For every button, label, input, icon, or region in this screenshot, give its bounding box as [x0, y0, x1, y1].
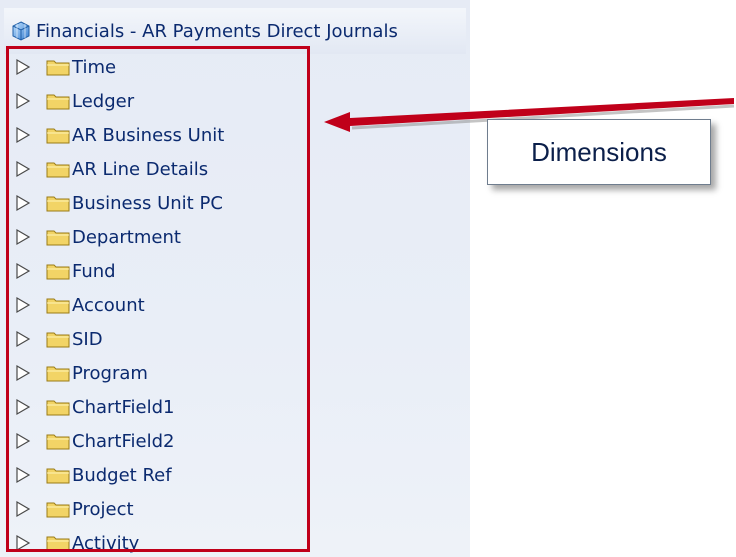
- folder-icon: [46, 398, 70, 416]
- tree-item-program[interactable]: Program: [14, 356, 314, 390]
- expand-triangle-icon[interactable]: [14, 126, 32, 144]
- tree-item-label: Fund: [72, 260, 116, 282]
- expand-triangle-icon[interactable]: [14, 398, 32, 416]
- expand-triangle-icon[interactable]: [14, 296, 32, 314]
- tree-item-chartfield1[interactable]: ChartField1: [14, 390, 314, 424]
- expand-triangle-icon[interactable]: [14, 364, 32, 382]
- tree-item-label: Business Unit PC: [72, 192, 223, 214]
- folder-icon: [46, 330, 70, 348]
- tree-item-label: Budget Ref: [72, 464, 172, 486]
- tree-item-label: Account: [72, 294, 145, 316]
- folder-icon: [46, 364, 70, 382]
- dimensions-callout-box: Dimensions: [487, 119, 711, 185]
- expand-triangle-icon[interactable]: [14, 228, 32, 246]
- expand-triangle-icon[interactable]: [14, 160, 32, 178]
- tree-item-label: Program: [72, 362, 148, 384]
- subject-area-panel: Financials - AR Payments Direct Journals…: [0, 0, 470, 557]
- tree-item-ar-business-unit[interactable]: AR Business Unit: [14, 118, 314, 152]
- folder-icon: [46, 262, 70, 280]
- tree-item-label: ChartField1: [72, 396, 175, 418]
- tree-item-label: Activity: [72, 532, 140, 554]
- expand-triangle-icon[interactable]: [14, 58, 32, 76]
- tree-item-project[interactable]: Project: [14, 492, 314, 526]
- folder-icon: [46, 534, 70, 552]
- folder-icon: [46, 500, 70, 518]
- expand-triangle-icon[interactable]: [14, 466, 32, 484]
- tree-item-label: Department: [72, 226, 181, 248]
- tree-item-time[interactable]: Time: [14, 50, 314, 84]
- tree-item-label: Ledger: [72, 90, 135, 112]
- expand-triangle-icon[interactable]: [14, 534, 32, 552]
- tree-item-label: SID: [72, 328, 103, 350]
- folder-icon: [46, 228, 70, 246]
- expand-triangle-icon[interactable]: [14, 92, 32, 110]
- subject-area-title: Financials - AR Payments Direct Journals: [36, 20, 398, 42]
- tree-item-account[interactable]: Account: [14, 288, 314, 322]
- folder-icon: [46, 126, 70, 144]
- folder-icon: [46, 194, 70, 212]
- tree-item-ledger[interactable]: Ledger: [14, 84, 314, 118]
- expand-triangle-icon[interactable]: [14, 194, 32, 212]
- tree-item-label: Time: [72, 56, 117, 78]
- tree-item-sid[interactable]: SID: [14, 322, 314, 356]
- expand-triangle-icon[interactable]: [14, 330, 32, 348]
- tree-item-ar-line-details[interactable]: AR Line Details: [14, 152, 314, 186]
- expand-triangle-icon[interactable]: [14, 432, 32, 450]
- screenshot-stage: Financials - AR Payments Direct Journals…: [0, 0, 736, 557]
- expand-triangle-icon[interactable]: [14, 500, 32, 518]
- tree-item-activity[interactable]: Activity: [14, 526, 314, 557]
- tree-item-chartfield2[interactable]: ChartField2: [14, 424, 314, 458]
- subject-area-cube-icon: [10, 20, 32, 42]
- tree-item-label: AR Business Unit: [72, 124, 225, 146]
- folder-icon: [46, 58, 70, 76]
- folder-icon: [46, 92, 70, 110]
- folder-icon: [46, 160, 70, 178]
- tree-item-budget-ref[interactable]: Budget Ref: [14, 458, 314, 492]
- tree-item-fund[interactable]: Fund: [14, 254, 314, 288]
- folder-icon: [46, 432, 70, 450]
- tree-item-department[interactable]: Department: [14, 220, 314, 254]
- callout-label: Dimensions: [531, 136, 667, 167]
- dimension-tree: Time Ledger AR Business Unit AR Line Det…: [14, 50, 314, 557]
- folder-icon: [46, 466, 70, 484]
- tree-item-label: AR Line Details: [72, 158, 209, 180]
- subject-area-header[interactable]: Financials - AR Payments Direct Journals: [4, 8, 466, 54]
- tree-item-label: ChartField2: [72, 430, 175, 452]
- expand-triangle-icon[interactable]: [14, 262, 32, 280]
- tree-item-label: Project: [72, 498, 134, 520]
- folder-icon: [46, 296, 70, 314]
- tree-item-business-unit-pc[interactable]: Business Unit PC: [14, 186, 314, 220]
